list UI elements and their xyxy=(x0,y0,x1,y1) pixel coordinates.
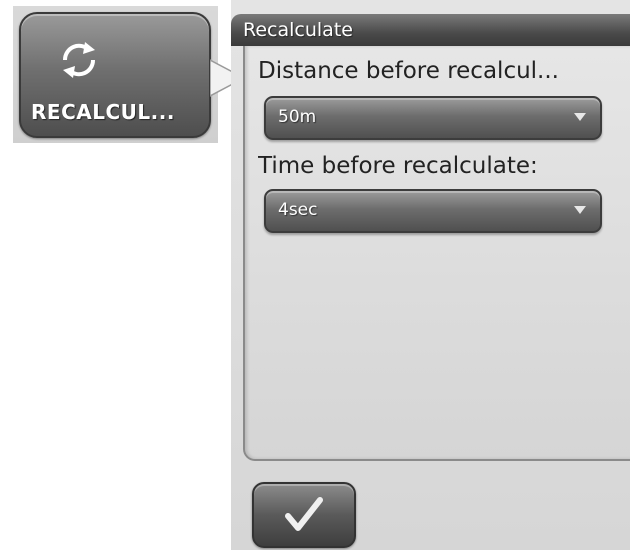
distance-value: 50m xyxy=(278,107,317,127)
distance-label: Distance before recalcul... xyxy=(258,58,559,84)
chevron-down-icon xyxy=(574,113,586,121)
ok-button[interactable] xyxy=(252,482,356,548)
panel-header: Recalculate xyxy=(231,14,630,46)
recalculate-tile-label: RECALCUL... xyxy=(31,100,175,124)
panel-title: Recalculate xyxy=(243,19,353,41)
distance-dropdown[interactable]: 50m xyxy=(264,96,602,140)
chevron-down-icon xyxy=(574,206,586,214)
time-value: 4sec xyxy=(278,200,318,220)
time-dropdown[interactable]: 4sec xyxy=(264,189,602,233)
recalculate-icon xyxy=(62,42,96,78)
time-label: Time before recalculate: xyxy=(258,153,538,179)
recalculate-tile-frame: RECALCUL... xyxy=(13,6,218,143)
checkmark-icon xyxy=(285,497,323,531)
recalculate-tile-button[interactable]: RECALCUL... xyxy=(19,12,211,138)
